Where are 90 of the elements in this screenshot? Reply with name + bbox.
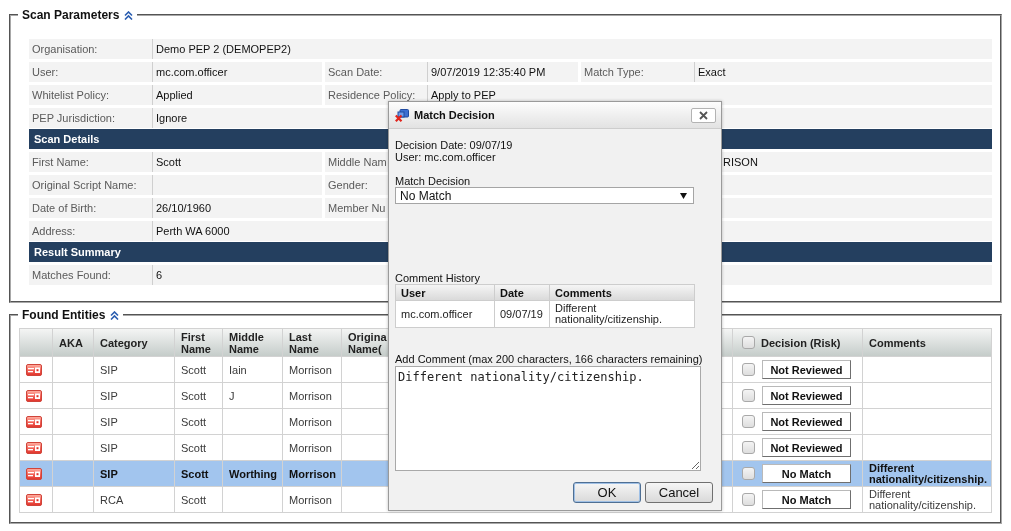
table-cell: Morrison bbox=[282, 460, 342, 487]
field-value: Scott bbox=[152, 152, 322, 172]
id-card-icon[interactable] bbox=[26, 363, 42, 376]
table-cell: Morrison bbox=[282, 434, 342, 461]
double-chevron-up-icon[interactable] bbox=[110, 310, 120, 320]
close-icon bbox=[699, 110, 708, 120]
field-label: Add Comment (max 200 characters, 166 characters remaining) bbox=[395, 353, 704, 365]
field-value: 26/10/1960 bbox=[152, 198, 322, 218]
match-decision-dropdown[interactable]: No Match bbox=[395, 187, 694, 204]
id-card-icon[interactable] bbox=[26, 493, 42, 506]
field-label: Original Script Name: bbox=[29, 175, 152, 195]
table-cell: Scott bbox=[174, 382, 223, 409]
column-header[interactable]: Origina Name( bbox=[348, 330, 387, 355]
column-header[interactable]: Comments bbox=[862, 328, 992, 357]
table-cell: SIP bbox=[93, 356, 175, 383]
field-value: Exact bbox=[694, 62, 992, 82]
table-cell: Different nationality/citizenship. bbox=[862, 486, 992, 513]
table-cell: J bbox=[222, 382, 283, 409]
checkbox[interactable] bbox=[742, 389, 755, 402]
decision-button[interactable]: No Match bbox=[762, 464, 851, 483]
section-label: Comment History bbox=[395, 272, 481, 284]
field-value: mc.com.officer bbox=[152, 62, 322, 82]
checkbox[interactable] bbox=[742, 493, 755, 506]
id-card-icon[interactable] bbox=[26, 467, 42, 480]
field-label: Match Type: bbox=[581, 62, 694, 82]
table-cell: Scott bbox=[174, 408, 223, 435]
field-value: Demo PEP 2 (DEMOPEP2) bbox=[152, 39, 992, 59]
dialog-button[interactable]: OK bbox=[573, 482, 641, 503]
checkbox[interactable] bbox=[742, 363, 755, 376]
field-value: 9/07/2019 12:35:40 PM bbox=[427, 62, 578, 82]
field-label: Whitelist Policy: bbox=[29, 85, 152, 105]
decision-button[interactable]: Not Reviewed bbox=[762, 412, 851, 431]
table-cell: 09/07/19 bbox=[494, 300, 550, 328]
table-cell: SIP bbox=[93, 434, 175, 461]
table-cell: Scott bbox=[174, 486, 223, 513]
field-label: PEP Jurisdiction: bbox=[29, 108, 152, 128]
field-label: Organisation: bbox=[29, 39, 152, 59]
comment-textarea[interactable]: Different nationality/citizenship. bbox=[395, 366, 701, 471]
table-cell: SIP bbox=[93, 382, 175, 409]
column-header[interactable]: AKA bbox=[52, 328, 94, 357]
table-cell: RCA bbox=[93, 486, 175, 513]
column-header: Date bbox=[494, 284, 550, 301]
table-cell: Morrison bbox=[282, 408, 342, 435]
table-cell: SIP bbox=[93, 408, 175, 435]
window-icon bbox=[395, 108, 409, 122]
checkbox[interactable] bbox=[742, 415, 755, 428]
dialog-title: Match Decision bbox=[414, 109, 495, 121]
decision-button[interactable]: Not Reviewed bbox=[762, 360, 851, 379]
id-card-icon[interactable] bbox=[26, 441, 42, 454]
decision-button[interactable]: No Match bbox=[762, 490, 851, 509]
field-value: Applied bbox=[152, 85, 322, 105]
section-title: Scan Parameters bbox=[22, 8, 120, 22]
id-card-icon[interactable] bbox=[26, 389, 42, 402]
field-label: Residence Policy: bbox=[325, 85, 427, 105]
checkbox[interactable] bbox=[742, 467, 755, 480]
column-header: User bbox=[395, 284, 495, 301]
section-title: Found Entities bbox=[22, 308, 106, 322]
double-chevron-up-icon[interactable] bbox=[124, 10, 134, 20]
table-cell: Iain bbox=[222, 356, 283, 383]
table-cell: Morrison bbox=[282, 382, 342, 409]
field-label: User: bbox=[29, 62, 152, 82]
table-cell: Morrison bbox=[282, 356, 342, 383]
decision-button[interactable]: Not Reviewed bbox=[762, 386, 851, 405]
id-card-icon[interactable] bbox=[26, 415, 42, 428]
field-label: Matches Found: bbox=[29, 265, 152, 285]
field-label: First Name: bbox=[29, 152, 152, 172]
field-label: Scan Date: bbox=[325, 62, 427, 82]
table-cell: Morrison bbox=[282, 486, 342, 513]
table-cell: Scott bbox=[174, 356, 223, 383]
dialog-button[interactable]: Cancel bbox=[645, 482, 713, 503]
table-cell: mc.com.officer bbox=[395, 300, 495, 328]
column-header[interactable]: Category bbox=[93, 328, 175, 357]
table-cell: SIP bbox=[93, 460, 175, 487]
table-cell: Worthing bbox=[222, 460, 283, 487]
column-header[interactable]: Last Name bbox=[282, 328, 342, 357]
info-text: Decision Date: 09/07/19 bbox=[395, 139, 514, 151]
column-header[interactable]: Middle Name bbox=[222, 328, 283, 357]
table-cell: Different nationality/citizenship. bbox=[549, 300, 695, 328]
column-header: Comments bbox=[549, 284, 695, 301]
table-cell: Different nationality/citizenship. bbox=[862, 460, 992, 487]
decision-button[interactable]: Not Reviewed bbox=[762, 438, 851, 457]
field-label: Date of Birth: bbox=[29, 198, 152, 218]
checkbox[interactable] bbox=[742, 336, 755, 349]
close-button[interactable] bbox=[691, 107, 716, 123]
field-label: Address: bbox=[29, 221, 152, 241]
table-cell: Scott bbox=[174, 460, 223, 487]
table-cell: Scott bbox=[174, 434, 223, 461]
field-value: Apply to PEP bbox=[427, 85, 992, 105]
column-header[interactable]: First Name bbox=[174, 328, 223, 357]
checkbox[interactable] bbox=[742, 441, 755, 454]
